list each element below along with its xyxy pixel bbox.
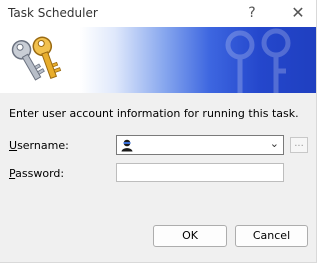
keys-watermark-icon — [225, 28, 291, 93]
password-field[interactable] — [116, 163, 284, 182]
username-label: Username: — [9, 139, 69, 152]
task-scheduler-dialog: Task Scheduler ? ✕ Enter user account in… — [0, 0, 317, 263]
header-banner — [0, 27, 316, 93]
window-title: Task Scheduler — [8, 6, 98, 20]
chevron-down-icon[interactable]: ⌄ — [270, 137, 279, 150]
help-button[interactable]: ? — [238, 2, 266, 24]
instruction-text: Enter user account information for runni… — [9, 107, 299, 120]
username-combobox[interactable]: ⌄ — [116, 135, 284, 155]
cancel-button[interactable]: Cancel — [235, 225, 308, 247]
ok-button[interactable]: OK — [153, 225, 227, 247]
user-icon — [121, 139, 133, 152]
password-label: Password: — [9, 167, 65, 180]
keys-icon — [11, 36, 62, 81]
close-button[interactable]: ✕ — [284, 2, 312, 24]
title-bar: Task Scheduler ? ✕ — [0, 0, 316, 27]
browse-button[interactable]: ... — [290, 137, 308, 153]
